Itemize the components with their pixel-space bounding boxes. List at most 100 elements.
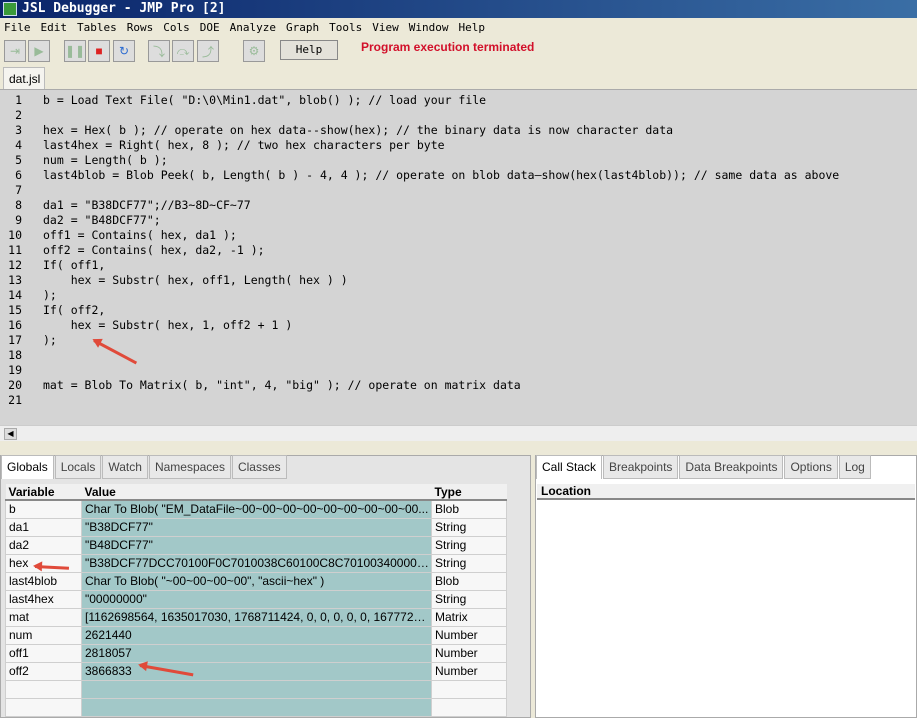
restart-icon: ↻ [118, 44, 130, 58]
help-button[interactable]: Help [280, 40, 338, 60]
code-line: 10 off1 = Contains( hex, da1 ); [0, 228, 917, 243]
variable-value: "B48DCF77" [81, 535, 432, 555]
menu-file[interactable]: File [4, 18, 31, 38]
variable-type: String [431, 553, 507, 573]
code-line: 9 da2 = "B48DCF77"; [0, 213, 917, 228]
menu-graph[interactable]: Graph [286, 18, 319, 38]
code-line: 5 num = Length( b ); [0, 153, 917, 168]
line-number: 2 [15, 108, 22, 122]
variable-type: Blob [431, 499, 507, 519]
table-row[interactable]: off2 3866833 Number [5, 661, 507, 681]
restart-button[interactable]: ↻ [113, 40, 135, 62]
code-line: 7 [0, 183, 917, 198]
tab-breakpoints[interactable]: Breakpoints [603, 455, 679, 479]
table-row[interactable]: num 2621440 Number [5, 625, 507, 645]
code-text: last4hex = Right( hex, 8 ); // two hex c… [43, 138, 445, 152]
code-line: 4 last4hex = Right( hex, 8 ); // two hex … [0, 138, 917, 153]
variable-type: Blob [431, 571, 507, 591]
debugger-options-button[interactable]: ⚙ [243, 40, 265, 62]
code-line: 11 off2 = Contains( hex, da2, -1 ); [0, 243, 917, 258]
step-over-button[interactable]: ⤼ [172, 40, 194, 62]
variable-name: off1 [5, 643, 82, 663]
menu-doe[interactable]: DOE [200, 18, 220, 38]
tab-locals[interactable]: Locals [54, 455, 102, 479]
code-line: 14); [0, 288, 917, 303]
code-line: 21 [0, 393, 917, 408]
code-line: 15 If( off2, [0, 303, 917, 318]
table-row[interactable]: last4hex "00000000" String [5, 589, 507, 609]
variable-name [5, 679, 82, 699]
table-row[interactable]: last4blob Char To Blob( "~00~00~00~00", "… [5, 571, 507, 591]
menu-cols[interactable]: Cols [163, 18, 190, 38]
variable-name [5, 697, 82, 717]
code-text: last4blob = Blob Peek( b, Length( b ) - … [43, 168, 840, 182]
code-line: 2 [0, 108, 917, 123]
line-number: 19 [8, 363, 22, 377]
table-row[interactable]: da1 "B38DCF77" String [5, 517, 507, 537]
code-text: hex = Substr( hex, off1, Length( hex ) ) [43, 273, 348, 287]
menu-analyze[interactable]: Analyze [230, 18, 276, 38]
menu-edit[interactable]: Edit [41, 18, 68, 38]
pause-button[interactable]: ❚❚ [64, 40, 86, 62]
tab-watch[interactable]: Watch [102, 455, 148, 479]
tab-dat-jsl[interactable]: dat.jsl [3, 67, 45, 89]
table-row[interactable]: b Char To Blob( "EM_DataFile~00~00~00~00~… [5, 499, 507, 519]
variable-value: "00000000" [81, 589, 432, 609]
scroll-left-icon[interactable]: ◀ [4, 428, 17, 440]
line-number: 3 [15, 123, 22, 137]
line-number: 10 [8, 228, 22, 242]
code-line: 1 b = Load Text File( "D:\0\Min1.dat", bl… [0, 93, 917, 108]
step-into-button[interactable]: ⤵ [148, 40, 170, 62]
table-row[interactable]: da2 "B48DCF77" String [5, 535, 507, 555]
menu-window[interactable]: Window [409, 18, 449, 38]
run-icon: ▶ [34, 44, 44, 58]
stop-button[interactable]: ■ [88, 40, 110, 62]
table-row[interactable] [5, 697, 507, 717]
code-text: off2 = Contains( hex, da2, -1 ); [43, 243, 265, 257]
step-out-button[interactable]: ⤴ [197, 40, 219, 62]
menu-tools[interactable]: Tools [329, 18, 362, 38]
code-line: 18 [0, 348, 917, 363]
variable-type: String [431, 535, 507, 555]
table-row[interactable] [5, 679, 507, 699]
run-without-breakpoints-icon: ⇥ [9, 44, 21, 58]
code-line: 20 mat = Blob To Matrix( b, "int", 4, "bi… [0, 378, 917, 393]
window-title: JSL Debugger - JMP Pro [2] [22, 1, 226, 16]
line-number: 6 [15, 168, 22, 182]
debugger-options-icon: ⚙ [248, 44, 260, 58]
line-number: 14 [8, 288, 22, 302]
code-text: da1 = "B38DCF77";//B3~8D~CF~77 [43, 198, 251, 212]
column-header-type: Type [431, 484, 507, 501]
run-without-breakpoints-button[interactable]: ⇥ [4, 40, 26, 62]
tab-options[interactable]: Options [784, 455, 838, 479]
code-text: off1 = Contains( hex, da1 ); [43, 228, 237, 242]
tab-globals[interactable]: Globals [1, 455, 54, 479]
tab-log[interactable]: Log [838, 455, 871, 479]
horizontal-scrollbar[interactable]: ◀ [0, 425, 917, 441]
code-editor[interactable]: 1 b = Load Text File( "D:\0\Min1.dat", bl… [0, 89, 917, 425]
variable-type [431, 697, 507, 717]
tab-namespaces[interactable]: Namespaces [148, 455, 231, 479]
pause-icon: ❚❚ [64, 44, 86, 58]
menu-rows[interactable]: Rows [127, 18, 154, 38]
line-number: 11 [8, 243, 22, 257]
variable-type: Number [431, 661, 507, 681]
table-row[interactable]: off1 2818057 Number [5, 643, 507, 663]
code-line: 19 [0, 363, 917, 378]
line-number: 16 [8, 318, 22, 332]
tab-classes[interactable]: Classes [231, 455, 287, 479]
tab-data-breakpoints[interactable]: Data Breakpoints [679, 455, 784, 479]
menu-view[interactable]: View [372, 18, 399, 38]
menu-tables[interactable]: Tables [77, 18, 117, 38]
menu-help[interactable]: Help [458, 18, 485, 38]
variable-type: String [431, 517, 507, 537]
code-line: 12 If( off1, [0, 258, 917, 273]
table-row[interactable]: hex "B38DCF77DCC70100F0C7010038C60100C8C7… [5, 553, 507, 573]
code-text: hex = Substr( hex, 1, off2 + 1 ) [43, 318, 293, 332]
table-row[interactable]: mat [1162698564, 1635017030, 1768711424, … [5, 607, 507, 627]
step-into-icon: ⤵ [152, 44, 165, 59]
run-button[interactable]: ▶ [28, 40, 50, 62]
tab-call-stack[interactable]: Call Stack [536, 455, 603, 479]
code-line: 8 da1 = "B38DCF77";//B3~8D~CF~77 [0, 198, 917, 213]
code-text: ); [43, 288, 57, 302]
